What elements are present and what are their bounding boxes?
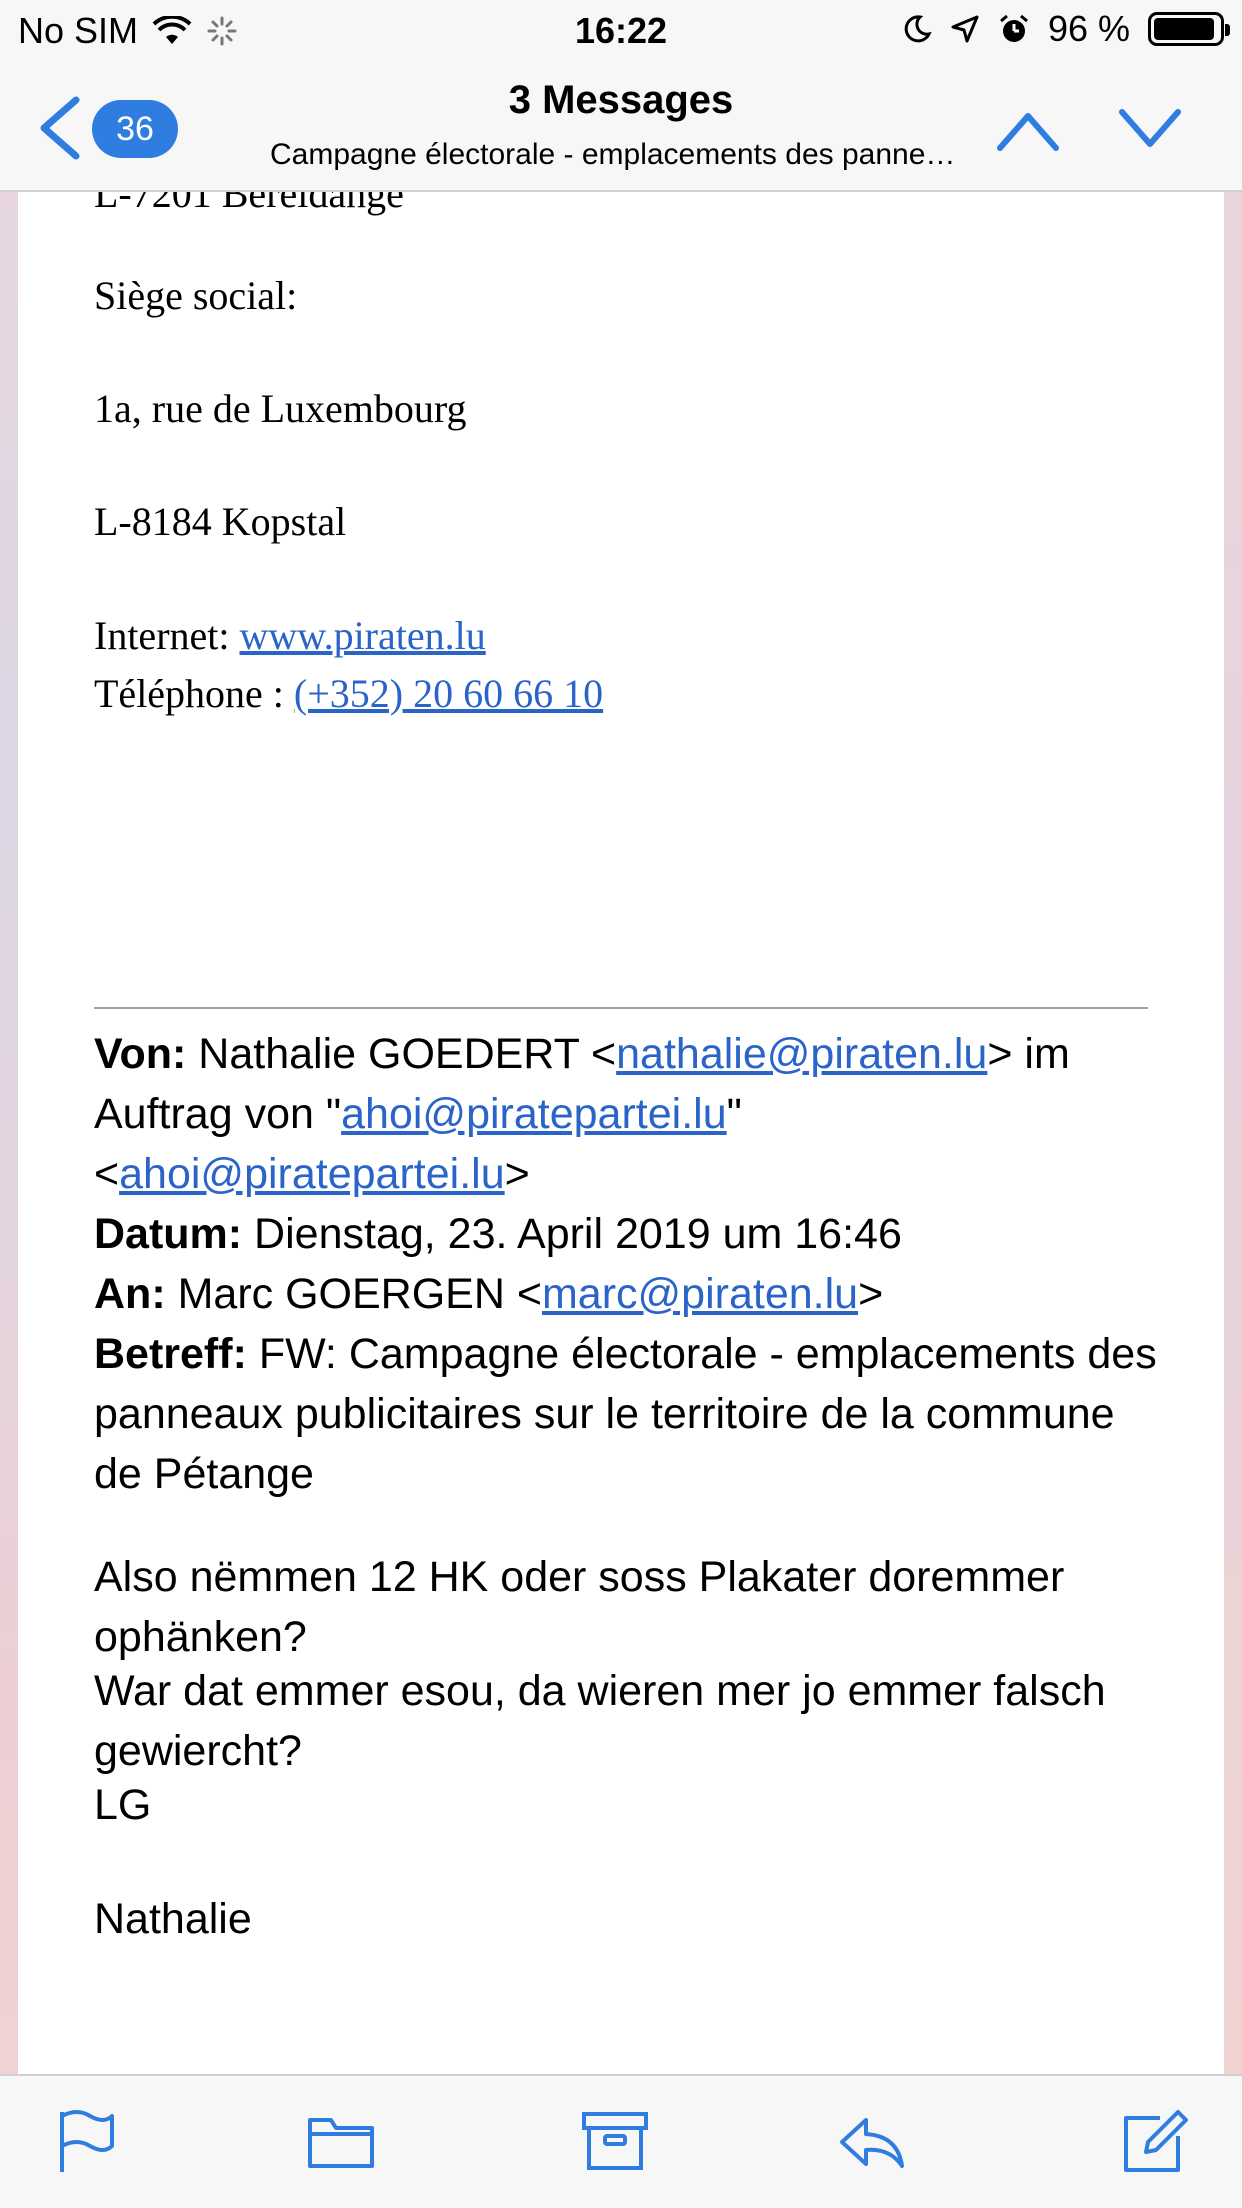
body-greeting: LG: [94, 1781, 152, 1829]
clipped-address-line: L-7201 Bereldange: [94, 192, 404, 216]
to-name: Marc GOERGEN <: [165, 1270, 542, 1318]
internet-row: Internet: www.piraten.lu: [94, 612, 486, 659]
to-email-link[interactable]: marc@piraten.lu: [542, 1270, 858, 1318]
behalf-email-link-2[interactable]: ahoi@pirateparteі.lu: [119, 1150, 505, 1198]
subject-row: Betreff: FW: Campagne électorale - empla…: [94, 1324, 1164, 1504]
folder-icon[interactable]: [306, 2106, 376, 2176]
previous-message-chevron-up-icon[interactable]: [996, 104, 1060, 154]
status-bar: No SIM 16:22 96 %: [0, 0, 1242, 62]
date-row: Datum: Dienstag, 23. April 2019 um 16:46: [94, 1204, 1164, 1264]
body-paragraph-1: Also nëmmen 12 HK oder soss Plakater dor…: [94, 1553, 1065, 1661]
bottom-toolbar: [0, 2074, 1242, 2208]
location-arrow-icon: [951, 15, 979, 43]
internet-label: Internet:: [94, 613, 240, 658]
to-row: An: Marc GOERGEN <marc@piraten.lu>: [94, 1264, 1164, 1324]
right-edge-strip: [1224, 192, 1242, 2074]
to-close: >: [858, 1270, 884, 1318]
phone-row: Téléphone : (+352) 20 60 66 10: [94, 670, 603, 717]
navigation-bar: 36 3 Messages Campagne électorale - empl…: [0, 62, 1242, 192]
from-label: Von:: [94, 1030, 187, 1078]
moon-icon: [904, 15, 932, 43]
to-label: An:: [94, 1270, 166, 1318]
phone-label: Téléphone :: [94, 671, 294, 716]
flag-icon[interactable]: [52, 2106, 122, 2176]
archive-icon[interactable]: [580, 2106, 650, 2176]
thread-subject: Campagne électorale - emplacements des p…: [270, 138, 970, 171]
date-value: Dienstag, 23. April 2019 um 16:46: [242, 1210, 902, 1258]
reply-icon[interactable]: [836, 2106, 906, 2176]
address-line-1: 1a, rue de Luxembourg: [94, 386, 467, 431]
subject-label: Betreff:: [94, 1330, 247, 1378]
battery-percent: 96 %: [1047, 8, 1130, 49]
status-right: 96 %: [902, 8, 1230, 50]
subject-value: FW: Campagne électorale - emplacements d…: [94, 1330, 1157, 1498]
message-body[interactable]: L-7201 Bereldange Siège social: 1a, rue …: [18, 192, 1224, 2074]
address-line-2: L-8184 Kopstal: [94, 499, 347, 544]
behalf-email-link[interactable]: ahoi@pirateparteі.lu: [341, 1090, 727, 1138]
forwarded-header: Von: Nathalie GOEDERT <nathalie@piraten.…: [94, 1024, 1164, 1504]
body-paragraph-2: War dat emmer esou, da wieren mer jo emm…: [94, 1667, 1106, 1775]
behalf-open2: <: [94, 1150, 120, 1198]
date-label: Datum:: [94, 1210, 243, 1258]
behalf-close: ": [726, 1090, 742, 1138]
left-edge-strip: [0, 192, 18, 2074]
behalf-close2: >: [504, 1150, 530, 1198]
battery-icon: [1148, 12, 1230, 46]
website-link[interactable]: www.piraten.lu: [240, 613, 486, 658]
from-name: Nathalie GOEDERT <: [186, 1030, 617, 1078]
alarm-icon: [999, 14, 1028, 42]
body-signature-name: Nathalie: [94, 1895, 252, 1943]
next-message-chevron-down-icon[interactable]: [1118, 104, 1182, 154]
from-email-link[interactable]: nathalie@piraten.lu: [616, 1030, 987, 1078]
quote-divider: [94, 1007, 1148, 1009]
siege-label: Siège social:: [94, 273, 298, 318]
compose-icon[interactable]: [1120, 2106, 1190, 2176]
phone-link[interactable]: (+352) 20 60 66 10: [294, 671, 603, 716]
from-row: Von: Nathalie GOEDERT <nathalie@piraten.…: [94, 1024, 1164, 1204]
from-close: >: [987, 1030, 1013, 1078]
